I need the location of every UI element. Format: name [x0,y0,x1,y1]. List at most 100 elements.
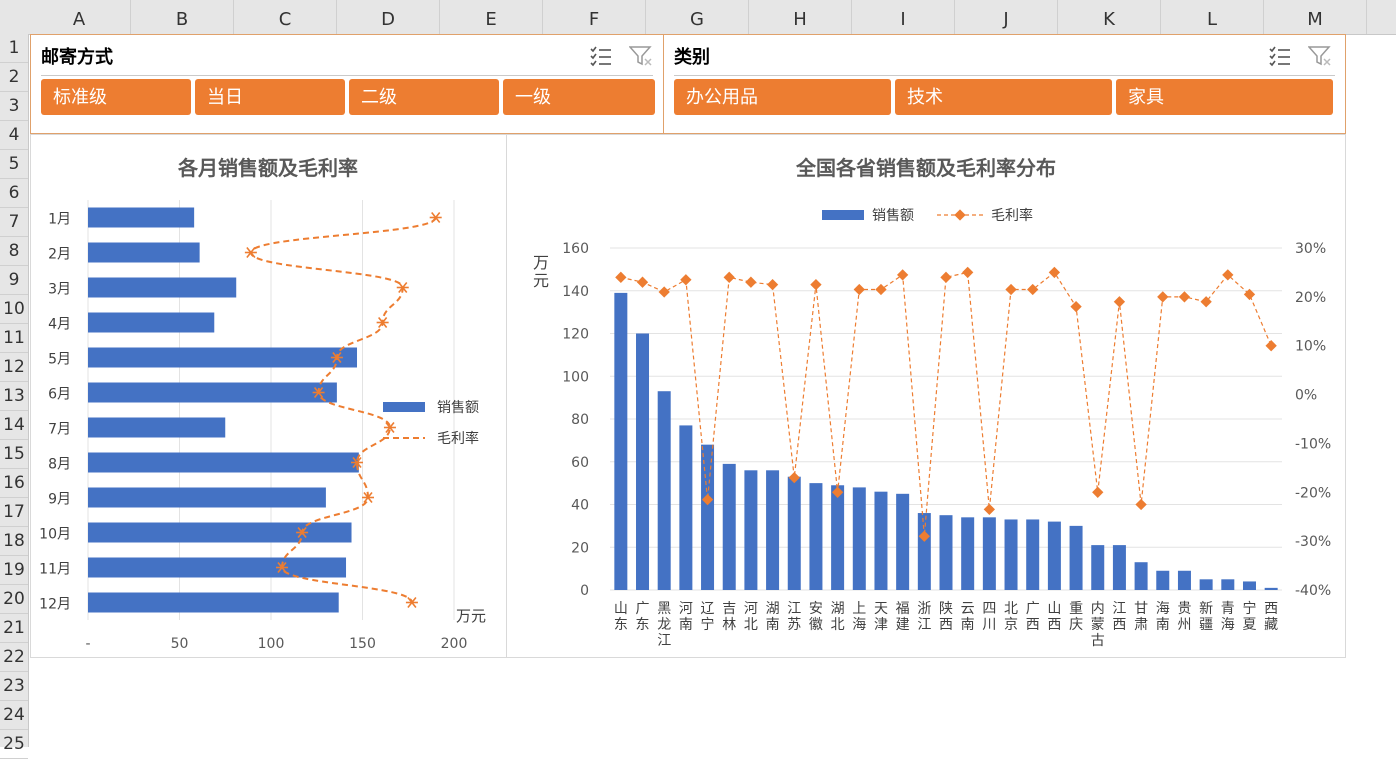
chart-title: 全国各省销售额及毛利率分布 [795,156,1056,180]
clear-filter-icon[interactable] [1308,45,1332,67]
diamond-marker [658,286,670,298]
shipping-method-slicer: 邮寄方式 标准级 当日 二级 一级 [30,34,664,134]
row-header-13[interactable]: 13 [0,382,28,411]
legend-marker [954,209,966,221]
row-header-16[interactable]: 16 [0,469,28,498]
y-tick-label: 80 [571,412,589,428]
column-header-g[interactable]: G [646,0,749,34]
column-header-b[interactable]: B [131,0,234,34]
row-header-9[interactable]: 9 [0,266,28,295]
category-label: 林 [722,617,736,633]
row-header-24[interactable]: 24 [0,701,28,730]
column-header-e[interactable]: E [440,0,543,34]
category-label: 7月 [48,422,71,438]
bar [701,444,715,590]
legend-label: 销售额 [872,208,914,224]
slicer-button-standard[interactable]: 标准级 [41,79,191,115]
column-header-a[interactable]: A [28,0,131,34]
row-header-25[interactable]: 25 [0,730,28,759]
monthly-sales-chart[interactable]: 各月销售额及毛利率 1月 2月 3月 4月 5月 6月 7月 8月 9月 10月 11月 12月 - 50 1… [30,134,507,658]
row-header-11[interactable]: 11 [0,324,28,353]
category-label: 北 [744,617,758,633]
category-label: 海 [852,617,866,633]
category-label: 新 [1199,601,1213,617]
clear-filter-icon[interactable] [629,45,653,67]
category-label: 天 [874,601,888,617]
category-label: 4月 [48,317,71,333]
category-label: 宁 [1242,600,1256,617]
diamond-marker [723,271,735,283]
row-header-18[interactable]: 18 [0,527,28,556]
column-header-k[interactable]: K [1058,0,1161,34]
diamond-marker [1070,300,1082,313]
unit-label: 万元 [456,607,486,625]
bar [657,391,671,590]
monthly-sales-chart-svg: 各月销售额及毛利率 1月 2月 3月 4月 5月 6月 7月 8月 9月 10月 11月 12月 - 50 1… [39,156,486,652]
bar [1156,570,1170,590]
slicer-button-technology[interactable]: 技术 [895,79,1112,115]
y2-tick-label: 10% [1295,339,1326,355]
column-header-i[interactable]: I [852,0,955,34]
row-header-10[interactable]: 10 [0,295,28,324]
slicer-button-office-supplies[interactable]: 办公用品 [674,79,891,115]
category-label: 龙 [657,617,671,633]
category-label: 江 [787,601,801,617]
slicer-button-second-class[interactable]: 二级 [349,79,499,115]
column-header-l[interactable]: L [1161,0,1264,34]
province-sales-chart[interactable]: 全国各省销售额及毛利率分布 0 20 40 60 80 100 120 140 160 -40% -3… [506,134,1346,658]
row-header-22[interactable]: 22 [0,643,28,672]
row-header-2[interactable]: 2 [0,63,28,92]
x-tick-label: 100 [258,636,285,652]
category-label: 3月 [48,282,71,298]
bar [88,382,337,403]
multi-select-icon[interactable] [1268,45,1292,67]
row-header-19[interactable]: 19 [0,556,28,585]
bar [88,557,347,578]
multi-select-icon[interactable] [589,45,613,67]
row-header-21[interactable]: 21 [0,614,28,643]
row-header-17[interactable]: 17 [0,498,28,527]
column-header-h[interactable]: H [749,0,852,34]
category-label: 南 [1156,617,1170,633]
bar [88,277,237,298]
row-header-23[interactable]: 23 [0,672,28,701]
bar [88,487,326,508]
column-header-c[interactable]: C [234,0,337,34]
category-label: 京 [1004,617,1018,633]
category-label: 古 [1091,633,1105,649]
y-tick-label: 20 [571,540,589,556]
bar [88,242,200,263]
bar [88,312,215,333]
column-header-m[interactable]: M [1264,0,1367,34]
row-header-4[interactable]: 4 [0,121,28,150]
row-header-14[interactable]: 14 [0,411,28,440]
category-label: 州 [1177,617,1191,633]
category-label: 西 [1026,617,1040,633]
bar [1026,519,1040,590]
slicer-button-same-day[interactable]: 当日 [195,79,345,115]
row-header-7[interactable]: 7 [0,208,28,237]
row-header-12[interactable]: 12 [0,353,28,382]
bar [1047,521,1061,590]
category-label: 西 [1264,601,1278,617]
category-label: 辽 [701,601,715,617]
category-label: 8月 [48,457,71,473]
row-header-8[interactable]: 8 [0,237,28,266]
bar [1199,579,1213,590]
row-header-1[interactable]: 1 [0,34,28,63]
category-label: 湖 [831,601,845,617]
column-header-f[interactable]: F [543,0,646,34]
category-label: 川 [982,617,996,633]
row-header-20[interactable]: 20 [0,585,28,614]
row-header-15[interactable]: 15 [0,440,28,469]
slicer-button-first-class[interactable]: 一级 [503,79,655,115]
slicer-button-furniture[interactable]: 家具 [1116,79,1333,115]
category-label: 江 [917,617,931,633]
row-header-5[interactable]: 5 [0,150,28,179]
chart-title: 各月销售额及毛利率 [177,156,358,180]
row-header-6[interactable]: 6 [0,179,28,208]
column-header-j[interactable]: J [955,0,1058,34]
row-header-3[interactable]: 3 [0,92,28,121]
bar [874,491,888,590]
column-header-d[interactable]: D [337,0,440,34]
